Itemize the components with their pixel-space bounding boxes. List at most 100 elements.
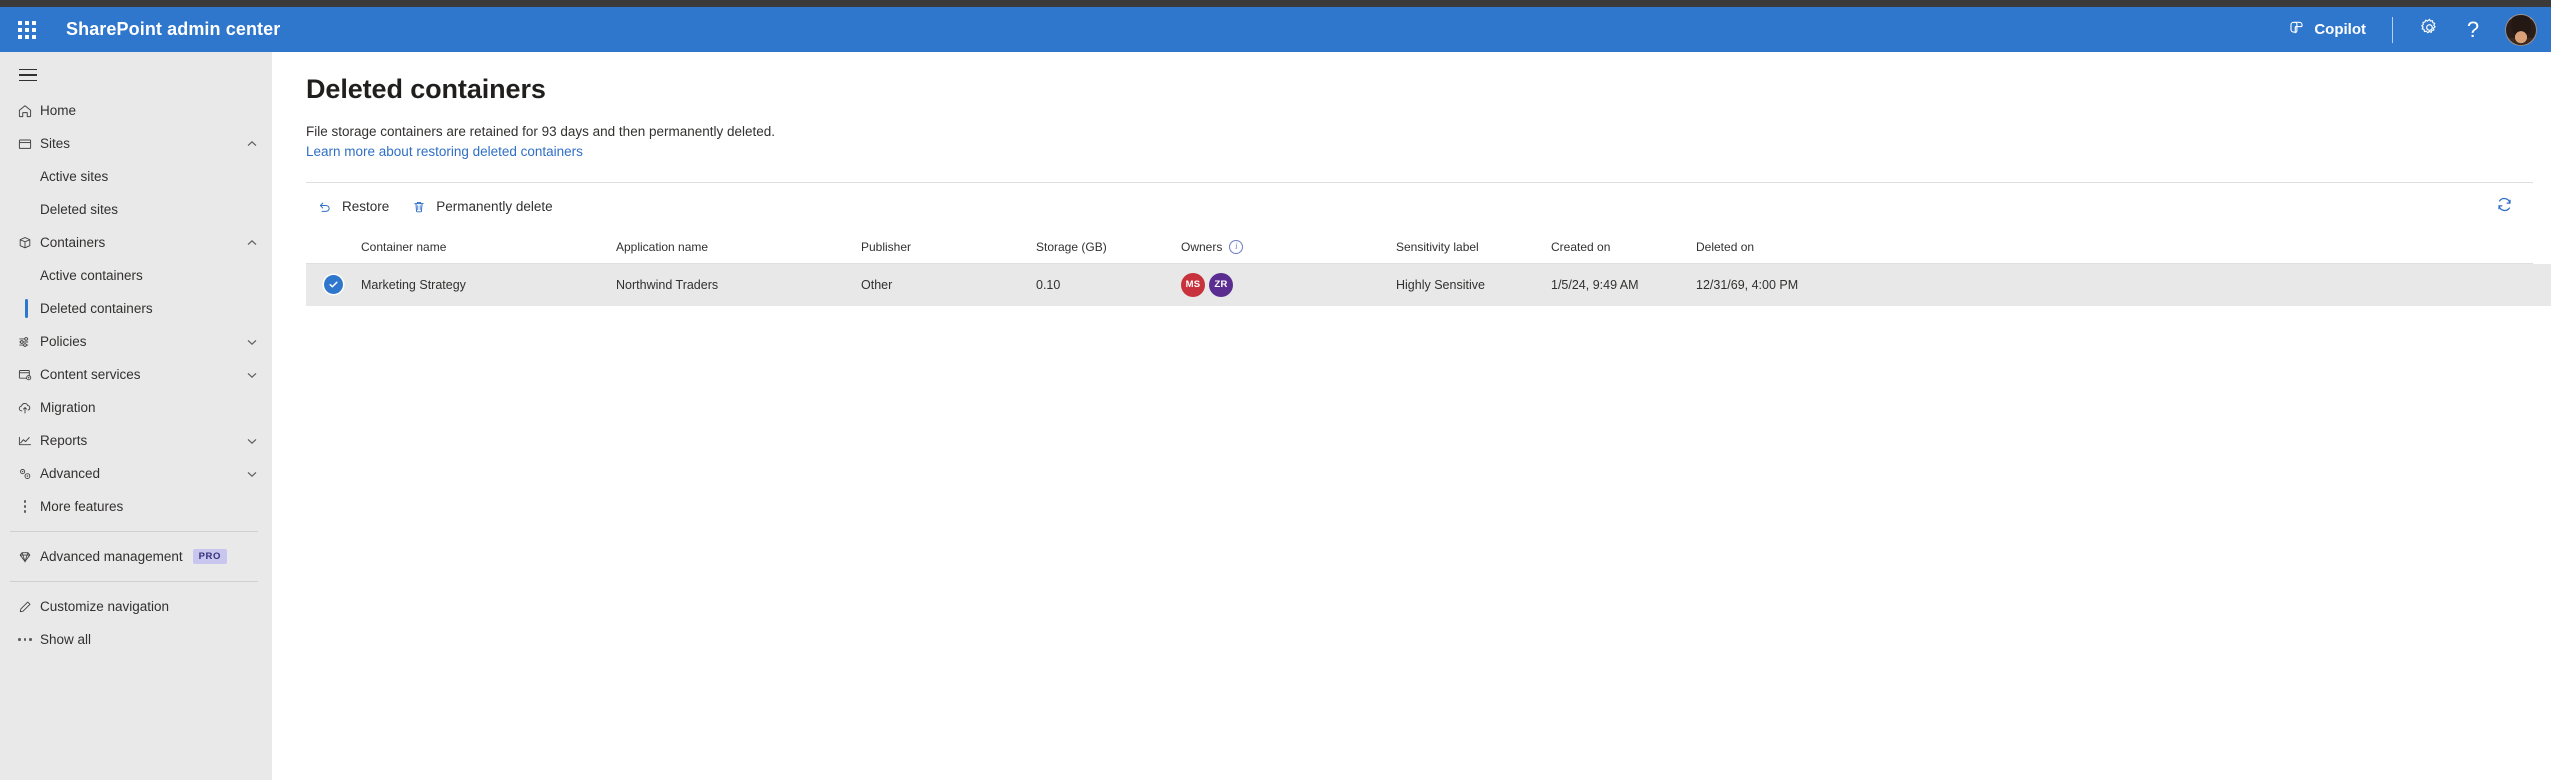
command-bar: Restore Permanently delete [306,183,2533,227]
chevron-down-icon[interactable] [246,435,258,447]
owner-avatar[interactable]: ZR [1209,272,1233,297]
container-box-icon [10,235,40,251]
sidebar-item-label: Deleted sites [40,202,119,217]
page-title: Deleted containers [306,74,546,104]
sidebar-item-advanced[interactable]: Advanced [0,457,272,490]
cell-publisher: Other [861,277,893,292]
sidebar-item-policies[interactable]: Policies [0,325,272,358]
content-services-icon [10,367,40,383]
column-header-application-name[interactable]: Application name [616,240,861,254]
owner-avatar[interactable]: MS [1181,272,1205,297]
learn-more-link[interactable]: Learn more about restoring deleted conta… [306,144,583,159]
table-row[interactable]: Marketing Strategy Northwind Traders Oth… [306,263,2551,306]
sidebar-item-deleted-sites[interactable]: Deleted sites [0,193,272,226]
info-icon[interactable]: i [1229,239,1244,254]
sidebar-item-label: Policies [40,334,87,349]
sidebar-toggle-row [0,56,272,94]
sidebar-divider [10,531,258,532]
question-mark-icon: ? [2466,16,2480,42]
copilot-button[interactable]: Copilot [2275,7,2378,52]
refresh-icon [2495,195,2514,219]
permanently-delete-button[interactable]: Permanently delete [400,190,563,224]
sidebar-item-migration[interactable]: Migration [0,391,272,424]
column-header-label: Deleted on [1696,239,1755,254]
chevron-down-icon[interactable] [246,369,258,381]
sidebar-item-label: Containers [40,235,106,250]
owner-avatar-stack: MS ZR [1181,272,1233,297]
restore-button[interactable]: Restore [306,190,400,224]
trash-can-icon [411,199,427,215]
main-content: Deleted containers File storage containe… [272,52,2551,780]
home-icon [10,103,40,119]
sidebar-item-label: Reports [40,433,88,448]
sidebar-item-advanced-management[interactable]: Advanced management PRO [0,540,272,573]
sidebar-item-label: Sites [40,136,71,151]
column-header-created-on[interactable]: Created on [1551,240,1696,254]
column-header-label: Container name [361,239,447,254]
sidebar-item-label: Active containers [40,268,143,283]
restore-label: Restore [342,199,390,215]
os-title-strip [0,0,2551,7]
column-header-publisher[interactable]: Publisher [861,240,1036,254]
app-body: Home Sites Active sites Deleted sites Co… [0,52,2551,780]
cell-sensitivity-label: Highly Sensitive [1396,277,1485,292]
chevron-up-icon[interactable] [246,138,258,150]
user-avatar[interactable] [2505,13,2537,46]
sidebar-item-deleted-containers[interactable]: Deleted containers [0,292,272,325]
sidebar-item-customize-navigation[interactable]: Customize navigation [0,590,272,623]
sidebar-item-more-features[interactable]: More features [0,490,272,523]
suite-title[interactable]: SharePoint admin center [66,19,280,40]
row-select-checkbox[interactable] [306,275,361,295]
page-description: File storage containers are retained for… [306,124,776,139]
help-button[interactable]: ? [2451,7,2495,52]
sidebar-item-label: Advanced [40,466,101,481]
sidebar-item-label: Active sites [40,169,109,184]
column-header-storage[interactable]: Storage (GB) [1036,240,1181,254]
sidebar-item-show-all[interactable]: Show all [0,623,272,656]
column-header-owners[interactable]: Owners i [1181,239,1396,254]
policies-sliders-icon [10,334,40,350]
cell-container-name[interactable]: Marketing Strategy [361,278,616,292]
column-header-label: Owners [1181,239,1223,254]
sidebar-item-home[interactable]: Home [0,94,272,127]
cell-deleted-on: 12/31/69, 4:00 PM [1696,277,1799,292]
permanently-delete-label: Permanently delete [436,199,553,215]
copilot-label: Copilot [2314,21,2366,38]
settings-button[interactable] [2407,7,2451,52]
header-divider [2392,16,2393,43]
chevron-down-icon[interactable] [246,336,258,348]
app-launcher-button[interactable] [4,7,50,52]
more-vertical-dots-icon [10,500,40,513]
column-header-label: Publisher [861,239,912,254]
sidebar-item-active-containers[interactable]: Active containers [0,259,272,292]
refresh-button[interactable] [2487,190,2521,224]
app-launcher-icon [18,20,36,39]
column-header-container-name[interactable]: Container name [361,240,616,254]
checkmark-icon [324,275,343,295]
suite-header: SharePoint admin center Copilot ? [0,7,2551,52]
column-header-deleted-on[interactable]: Deleted on [1696,240,1896,254]
column-header-label: Storage (GB) [1036,239,1107,254]
hamburger-menu-icon[interactable] [8,58,48,92]
sidebar-item-label: Home [40,103,77,118]
sidebar-item-containers[interactable]: Containers [0,226,272,259]
ellipsis-icon [10,638,40,641]
reports-chart-icon [10,433,40,449]
cell-owners: MS ZR [1181,272,1396,297]
sidebar-item-reports[interactable]: Reports [0,424,272,457]
sidebar-item-sites[interactable]: Sites [0,127,272,160]
deleted-containers-table: Container name Application name Publishe… [306,231,2551,306]
sidebar-item-active-sites[interactable]: Active sites [0,160,272,193]
chevron-up-icon[interactable] [246,237,258,249]
gear-icon [2419,17,2440,43]
undo-arrow-icon [317,199,333,215]
cell-application-name: Northwind Traders [616,277,719,292]
sidebar-item-label: Migration [40,400,96,415]
sidebar-item-label: Deleted containers [40,301,153,316]
sidebar-item-label: Show all [40,632,92,647]
sidebar-item-content-services[interactable]: Content services [0,358,272,391]
sidebar-divider [10,581,258,582]
chevron-down-icon[interactable] [246,468,258,480]
table-header-row: Container name Application name Publishe… [306,231,2533,264]
column-header-sensitivity-label[interactable]: Sensitivity label [1396,240,1551,254]
